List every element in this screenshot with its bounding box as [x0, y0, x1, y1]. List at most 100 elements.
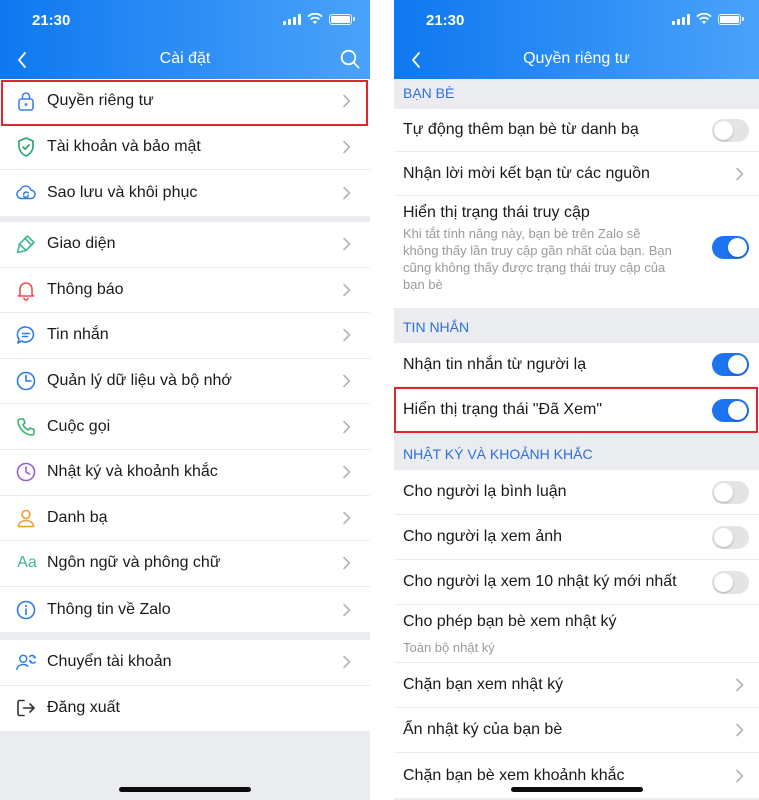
signal-icon	[672, 13, 690, 25]
search-button[interactable]	[338, 46, 362, 72]
privacy-row-description: Khi tắt tính năng này, bạn bè trên Zalo …	[403, 226, 641, 241]
paintbrush-icon	[15, 233, 37, 255]
settings-item-label: Sao lưu và khôi phục	[47, 183, 198, 201]
toggle-switch-off[interactable]	[712, 570, 749, 594]
settings-item-lock[interactable]: Quyền riêng tư	[0, 79, 370, 125]
wifi-icon	[696, 13, 712, 24]
privacy-row-label: Chặn bạn xem nhật ký	[403, 676, 564, 693]
toggle-switch-off[interactable]	[712, 480, 749, 504]
page-title: Quyền riêng tư	[523, 50, 630, 67]
page-title: Cài đặt	[159, 50, 211, 67]
chevron-right-icon	[342, 603, 352, 617]
privacy-row-label: Hiển thị trạng thái truy cập	[403, 204, 590, 221]
toggle-knob	[714, 572, 733, 592]
settings-item-clock-pie[interactable]: Quản lý dữ liệu và bộ nhớ	[0, 358, 370, 405]
phone-icon	[15, 416, 37, 438]
chevron-right-icon	[342, 186, 352, 200]
settings-item-phone[interactable]: Cuộc gọi	[0, 404, 370, 450]
toggle-knob	[728, 355, 747, 374]
status-icons	[672, 13, 744, 25]
chevron-right-icon	[735, 769, 745, 783]
chevron-right-icon	[342, 94, 352, 108]
settings-item-label: Giao diện	[47, 235, 116, 253]
privacy-group: Tự động thêm bạn bè từ danh bạ Nhận lời m…	[394, 109, 759, 308]
privacy-row-label: Ẩn nhật ký của bạn bè	[403, 721, 563, 738]
chevron-right-icon	[342, 556, 352, 570]
bell-icon	[15, 279, 37, 301]
chevron-right-icon	[735, 167, 745, 181]
clock-pie-icon	[15, 370, 37, 392]
privacy-row[interactable]: Cho người lạ xem 10 nhật ký mới nhất	[394, 560, 759, 605]
toggle-switch-on[interactable]	[712, 353, 749, 376]
settings-item-label: Cuộc gọi	[47, 417, 111, 435]
privacy-row-description: bạn bè	[403, 277, 443, 292]
privacy-row-sublabel: Toàn bộ nhật ký	[403, 640, 495, 655]
settings-item-label: Nhật ký và khoảnh khắc	[47, 463, 218, 481]
privacy-row[interactable]: Nhận tin nhắn từ người lạ	[394, 343, 759, 387]
privacy-row-description: không thấy lần truy cập gần nhất của bạn…	[403, 243, 672, 258]
privacy-row[interactable]: Chặn bạn xem nhật ký	[394, 663, 759, 708]
home-indicator	[119, 787, 251, 792]
privacy-group: Cho người lạ bình luận Cho người lạ xem ả…	[394, 470, 759, 798]
journal-clock-icon	[15, 461, 37, 483]
toggle-switch-on[interactable]	[712, 398, 749, 422]
privacy-header: 21:30 Quyền riêng tư	[394, 0, 759, 79]
settings-item-shield[interactable]: Tài khoản và bảo mật	[0, 124, 370, 171]
battery-icon	[718, 13, 744, 25]
settings-item-paintbrush[interactable]: Giao diện	[0, 222, 370, 268]
settings-item-journal-clock[interactable]: Nhật ký và khoảnh khắc	[0, 449, 370, 496]
toggle-switch-off[interactable]	[712, 525, 749, 549]
privacy-row[interactable]: Hiển thị trạng thái "Đã Xem"	[394, 387, 759, 433]
chevron-right-icon	[735, 723, 745, 737]
settings-item-label: Quyền riêng tư	[47, 92, 154, 110]
chevron-right-icon	[342, 511, 352, 525]
privacy-row[interactable]: Hiển thị trạng thái truy cập Khi tắt tính…	[394, 196, 759, 308]
settings-item-label: Ngôn ngữ và phông chữ	[47, 554, 221, 572]
section-header-label: NHẬT KÝ VÀ KHOẢNH KHẮC	[403, 446, 593, 462]
toggle-knob	[714, 482, 733, 502]
cloud-sync-icon	[15, 182, 37, 204]
section-header: BẠN BÈ	[394, 79, 759, 109]
settings-item-switch-account[interactable]: Chuyển tài khoản	[0, 640, 370, 686]
settings-group-1: Quyền riêng tư Tài khoản và bảo mật Sao lư…	[0, 79, 370, 216]
privacy-row[interactable]: Ẩn nhật ký của bạn bè	[394, 708, 759, 753]
settings-item-info[interactable]: Thông tin về Zalo	[0, 586, 370, 633]
privacy-screen: 21:30 Quyền riêng tư BẠN BÈ Tự động thêm …	[394, 0, 759, 800]
settings-item-bell[interactable]: Thông báo	[0, 267, 370, 314]
settings-item-logout[interactable]: Đăng xuất	[0, 685, 370, 732]
section-header-label: BẠN BÈ	[403, 85, 455, 101]
settings-item-label: Đăng xuất	[47, 699, 120, 717]
toggle-switch-on[interactable]	[712, 236, 749, 259]
privacy-row[interactable]: Cho phép bạn bè xem nhật ký Toàn bộ nhật …	[394, 605, 759, 663]
settings-item-label: Quản lý dữ liệu và bộ nhớ	[47, 372, 232, 390]
settings-item-cloud-sync[interactable]: Sao lưu và khôi phục	[0, 170, 370, 216]
section-header: NHẬT KÝ VÀ KHOẢNH KHẮC	[394, 433, 759, 470]
privacy-row[interactable]: Nhận lời mời kết bạn từ các nguồn	[394, 152, 759, 196]
privacy-row[interactable]: Cho người lạ bình luận	[394, 470, 759, 515]
settings-item-font[interactable]: Aa Ngôn ngữ và phông chữ	[0, 541, 370, 587]
settings-item-label: Tài khoản và bảo mật	[47, 137, 201, 155]
info-icon	[15, 599, 37, 621]
privacy-row-label: Chặn bạn bè xem khoảnh khắc	[403, 766, 625, 784]
settings-item-label: Thông báo	[47, 280, 124, 298]
privacy-row[interactable]: Cho người lạ xem ảnh	[394, 515, 759, 560]
privacy-row[interactable]: Tự động thêm bạn bè từ danh bạ	[394, 109, 759, 152]
toggle-switch-off[interactable]	[712, 118, 749, 142]
privacy-row-label: Tự động thêm bạn bè từ danh bạ	[403, 121, 639, 138]
message-icon	[15, 324, 37, 346]
privacy-row-label: Nhận lời mời kết bạn từ các nguồn	[403, 164, 650, 182]
search-icon	[340, 49, 360, 69]
settings-item-label: Thông tin về Zalo	[47, 600, 171, 618]
settings-header: 21:30 Cài đặt	[0, 0, 370, 79]
toggle-knob	[714, 527, 733, 547]
contact-icon	[15, 507, 37, 529]
privacy-row-label: Hiển thị trạng thái "Đã Xem"	[403, 401, 603, 418]
settings-item-contact[interactable]: Danh bạ	[0, 495, 370, 542]
settings-group-3: Chuyển tài khoản Đăng xuất	[0, 640, 370, 732]
chevron-right-icon	[342, 328, 352, 342]
settings-item-message[interactable]: Tin nhắn	[0, 313, 370, 359]
chevron-right-icon	[735, 678, 745, 692]
status-time: 21:30	[426, 12, 465, 29]
lock-icon	[15, 90, 37, 112]
switch-account-icon	[15, 651, 37, 673]
